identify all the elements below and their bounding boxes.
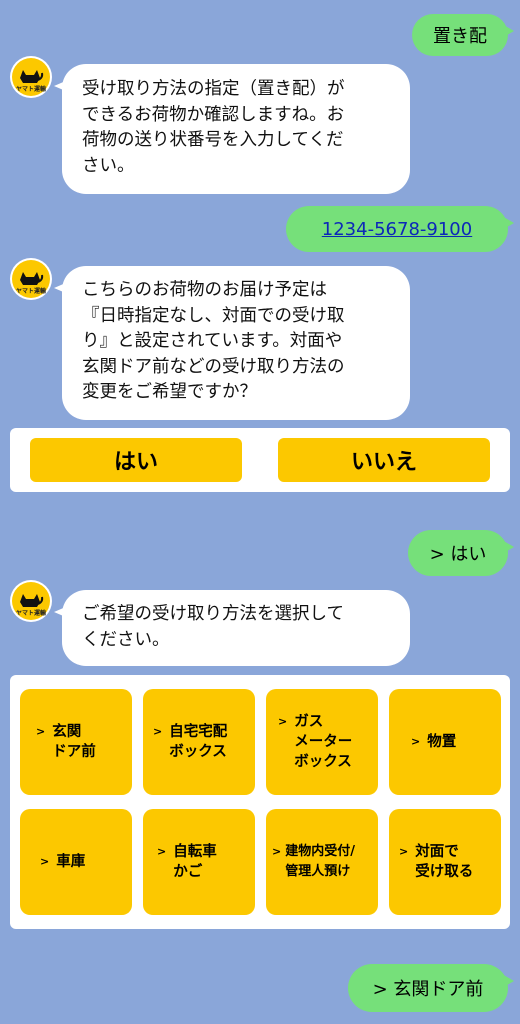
chevron-right-icon: > (157, 845, 167, 858)
user-message-text: > 玄関ドア前 (372, 979, 484, 1000)
option-face-to-face[interactable]: > 対面で 受け取る (389, 809, 501, 915)
user-message-text: 置き配 (433, 26, 487, 47)
bot-message-bubble: ご希望の受け取り方法を選択して ください。 (54, 590, 410, 666)
chevron-right-icon: > (153, 725, 163, 738)
option-garage[interactable]: > 車庫 (20, 809, 132, 915)
option-home-delivery-box[interactable]: > 自宅宅配 ボックス (143, 689, 255, 795)
quick-reply-card: はい いいえ (10, 428, 510, 492)
option-label: 自転車 かご (173, 844, 217, 880)
bot-avatar: ヤマト運輸 (10, 258, 52, 300)
option-label: 建物内受付/ 管理人預け (285, 844, 355, 879)
option-bicycle-basket[interactable]: > 自転車 かご (143, 809, 255, 915)
option-label: 自宅宅配 ボックス (169, 724, 228, 760)
user-message-bubble: 1234-5678-9100 (286, 206, 514, 252)
option-label: 車庫 (56, 854, 86, 870)
chevron-right-icon: > (272, 845, 282, 858)
no-button[interactable]: いいえ (278, 438, 490, 482)
user-message-text: > はい (429, 544, 487, 565)
bot-message-bubble: 受け取り方法の指定（置き配）が できるお荷物か確認しますね。お 荷物の送り状番号… (54, 64, 410, 194)
chevron-right-icon: > (411, 735, 421, 748)
bot-avatar: ヤマト運輸 (10, 56, 52, 98)
chevron-right-icon: > (278, 715, 288, 728)
option-building-reception[interactable]: > 建物内受付/ 管理人預け (266, 809, 378, 915)
user-message-bubble: > はい (408, 530, 514, 576)
yes-button[interactable]: はい (30, 438, 242, 482)
bot-avatar: ヤマト運輸 (10, 580, 52, 622)
bot-message-bubble: こちらのお荷物のお届け予定は 『日時指定なし、対面での受け取 り』と設定されてい… (54, 266, 410, 420)
tracking-number-link[interactable]: 1234-5678-9100 (322, 219, 472, 240)
delivery-options-card: > 玄関 ドア前 > 自宅宅配 ボックス > ガス メーター ボックス > 物置 > 車庫… (10, 675, 510, 929)
chevron-right-icon: > (399, 845, 409, 858)
option-label: 物置 (427, 734, 457, 750)
option-label: 玄関 ドア前 (52, 724, 96, 760)
avatar-brand-text: ヤマト運輸 (15, 610, 46, 617)
chevron-right-icon: > (36, 725, 46, 738)
user-message-bubble: > 玄関ドア前 (348, 964, 514, 1012)
avatar-brand-text: ヤマト運輸 (15, 288, 46, 295)
chevron-right-icon: > (40, 855, 50, 868)
option-label: ガス メーター ボックス (294, 714, 353, 770)
option-genkan-door[interactable]: > 玄関 ドア前 (20, 689, 132, 795)
option-storage-shed[interactable]: > 物置 (389, 689, 501, 795)
option-label: 対面で 受け取る (415, 844, 474, 880)
user-message-bubble: 置き配 (412, 14, 514, 56)
avatar-brand-text: ヤマト運輸 (15, 86, 46, 93)
option-gas-meter-box[interactable]: > ガス メーター ボックス (266, 689, 378, 795)
